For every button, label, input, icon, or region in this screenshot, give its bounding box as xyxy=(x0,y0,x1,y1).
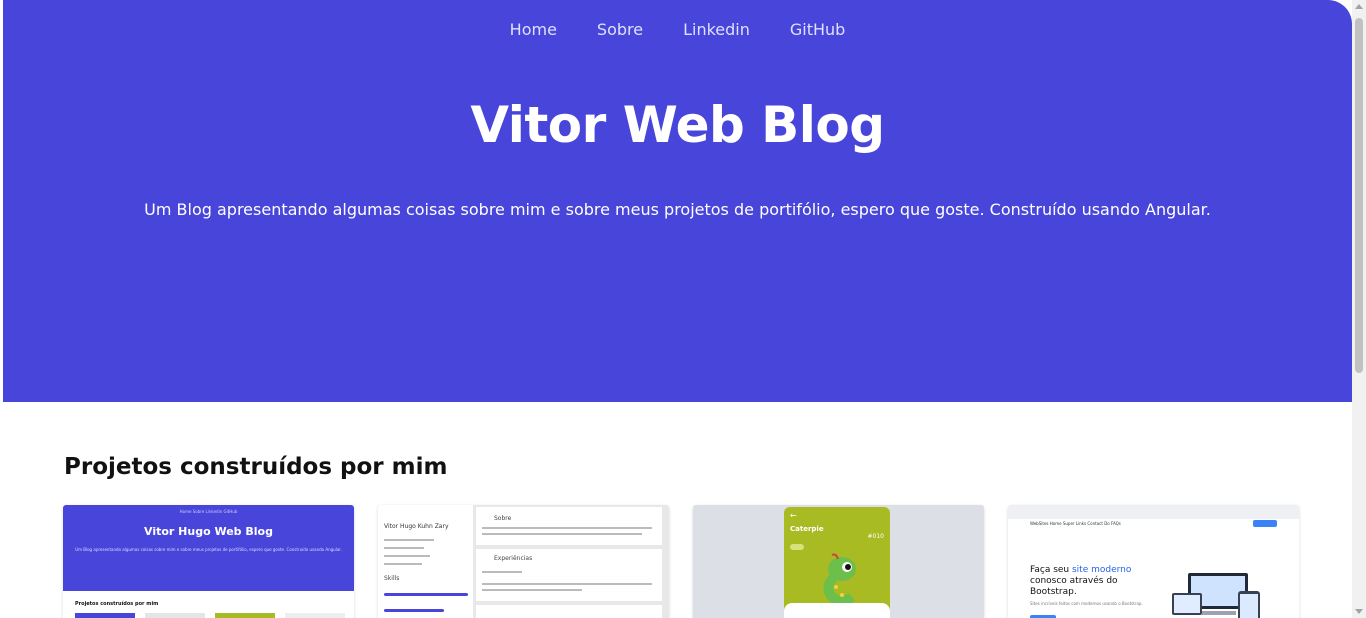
scroll-down-arrow-icon[interactable] xyxy=(1355,609,1363,614)
card-text-line xyxy=(482,571,522,573)
card-mini-title: Vitor Hugo Web Blog xyxy=(144,525,273,538)
card-text-line xyxy=(384,539,434,541)
card-mini-section-title: Projetos construídos por mim xyxy=(75,601,159,607)
card-education-panel xyxy=(476,605,662,618)
card-text-line xyxy=(482,533,642,535)
back-arrow-icon: ← xyxy=(790,511,797,520)
devices-illustration xyxy=(1172,573,1260,618)
card-pokemon-details-panel xyxy=(784,603,890,618)
card-browser-chrome xyxy=(1008,505,1299,519)
projects-section-title: Projetos construídos por mim xyxy=(64,454,448,480)
caterpie-illustration xyxy=(823,553,856,605)
card-section-experience: Experiências xyxy=(494,555,533,562)
card-landing-nav: WebSites Home Super Links Contact Do FAQ… xyxy=(1030,521,1121,526)
card-text-line xyxy=(482,583,652,585)
project-cards: Home Sobre Linkedin GitHub Vitor Hugo We… xyxy=(63,505,1299,618)
hero-subtitle: Um Blog apresentando algumas coisas sobr… xyxy=(144,200,1211,219)
project-card-blog[interactable]: Home Sobre Linkedin GitHub Vitor Hugo We… xyxy=(63,505,354,618)
card-mini-thumbnails xyxy=(75,613,345,618)
page: Home Sobre Linkedin GitHub Vitor Web Blo… xyxy=(0,0,1366,618)
card-mini-subtitle: Um Blog apresentando algumas coisas sobr… xyxy=(75,547,342,552)
hero-header: Home Sobre Linkedin GitHub Vitor Web Blo… xyxy=(3,0,1352,402)
card-pokemon-screen: ← Caterpie #010 xyxy=(784,507,890,618)
skill-bar xyxy=(384,609,444,612)
card-about-panel: Sobre xyxy=(476,507,662,545)
scroll-up-arrow-icon[interactable] xyxy=(1355,4,1363,9)
card-landing-subtext: Sites incríveis feitos com modernos usan… xyxy=(1030,601,1143,606)
card-text-line xyxy=(384,547,424,549)
nav-home-link[interactable]: Home xyxy=(510,20,557,39)
card-mini-nav: Home Sobre Linkedin GitHub xyxy=(179,509,238,514)
card-landing-headline: Faça seu site moderno conosco através do… xyxy=(1030,565,1131,598)
card-section-about: Sobre xyxy=(494,515,512,522)
headline-highlight: site moderno xyxy=(1071,565,1132,575)
nav-sobre-link[interactable]: Sobre xyxy=(597,20,643,39)
project-card-landing[interactable]: WebSites Home Super Links Contact Do FAQ… xyxy=(1008,505,1299,618)
card-text-line xyxy=(482,589,582,591)
mini-thumb xyxy=(145,613,205,618)
card-text-line xyxy=(482,527,652,529)
nav-linkedin-link[interactable]: Linkedin xyxy=(683,20,750,39)
skill-bar xyxy=(384,593,468,596)
nav-github-link[interactable]: GitHub xyxy=(790,20,845,39)
card-pokemon-number: #010 xyxy=(867,533,884,540)
mini-thumb xyxy=(285,613,345,618)
card-profile-panel: Vitor Hugo Kuhn Zary Skills xyxy=(378,505,473,618)
card-pokemon-type-tag xyxy=(790,544,804,550)
project-card-pokedex[interactable]: ← Caterpie #010 xyxy=(693,505,984,618)
card-thumbnail-header: Home Sobre Linkedin GitHub Vitor Hugo We… xyxy=(63,505,354,591)
mini-thumb xyxy=(75,613,135,618)
headline-text: Faça seu xyxy=(1030,565,1072,575)
page-title: Vitor Web Blog xyxy=(470,96,885,154)
mini-thumb xyxy=(215,613,275,618)
card-profile-name: Vitor Hugo Kuhn Zary xyxy=(384,523,449,530)
card-landing-cta xyxy=(1253,520,1277,527)
card-text-line xyxy=(384,563,422,565)
page-scrollbar[interactable] xyxy=(1352,0,1366,618)
scrollbar-thumb[interactable] xyxy=(1355,18,1363,373)
project-card-curriculum[interactable]: Vitor Hugo Kuhn Zary Skills Sobre Experi… xyxy=(378,505,669,618)
top-nav: Home Sobre Linkedin GitHub xyxy=(3,20,1352,39)
card-experience-panel: Experiências xyxy=(476,549,662,601)
card-text-line xyxy=(384,555,430,557)
headline-text-rest: conosco através do Bootstrap. xyxy=(1030,576,1118,597)
card-pokemon-name: Caterpie xyxy=(790,525,824,533)
card-skills-label: Skills xyxy=(384,575,400,582)
